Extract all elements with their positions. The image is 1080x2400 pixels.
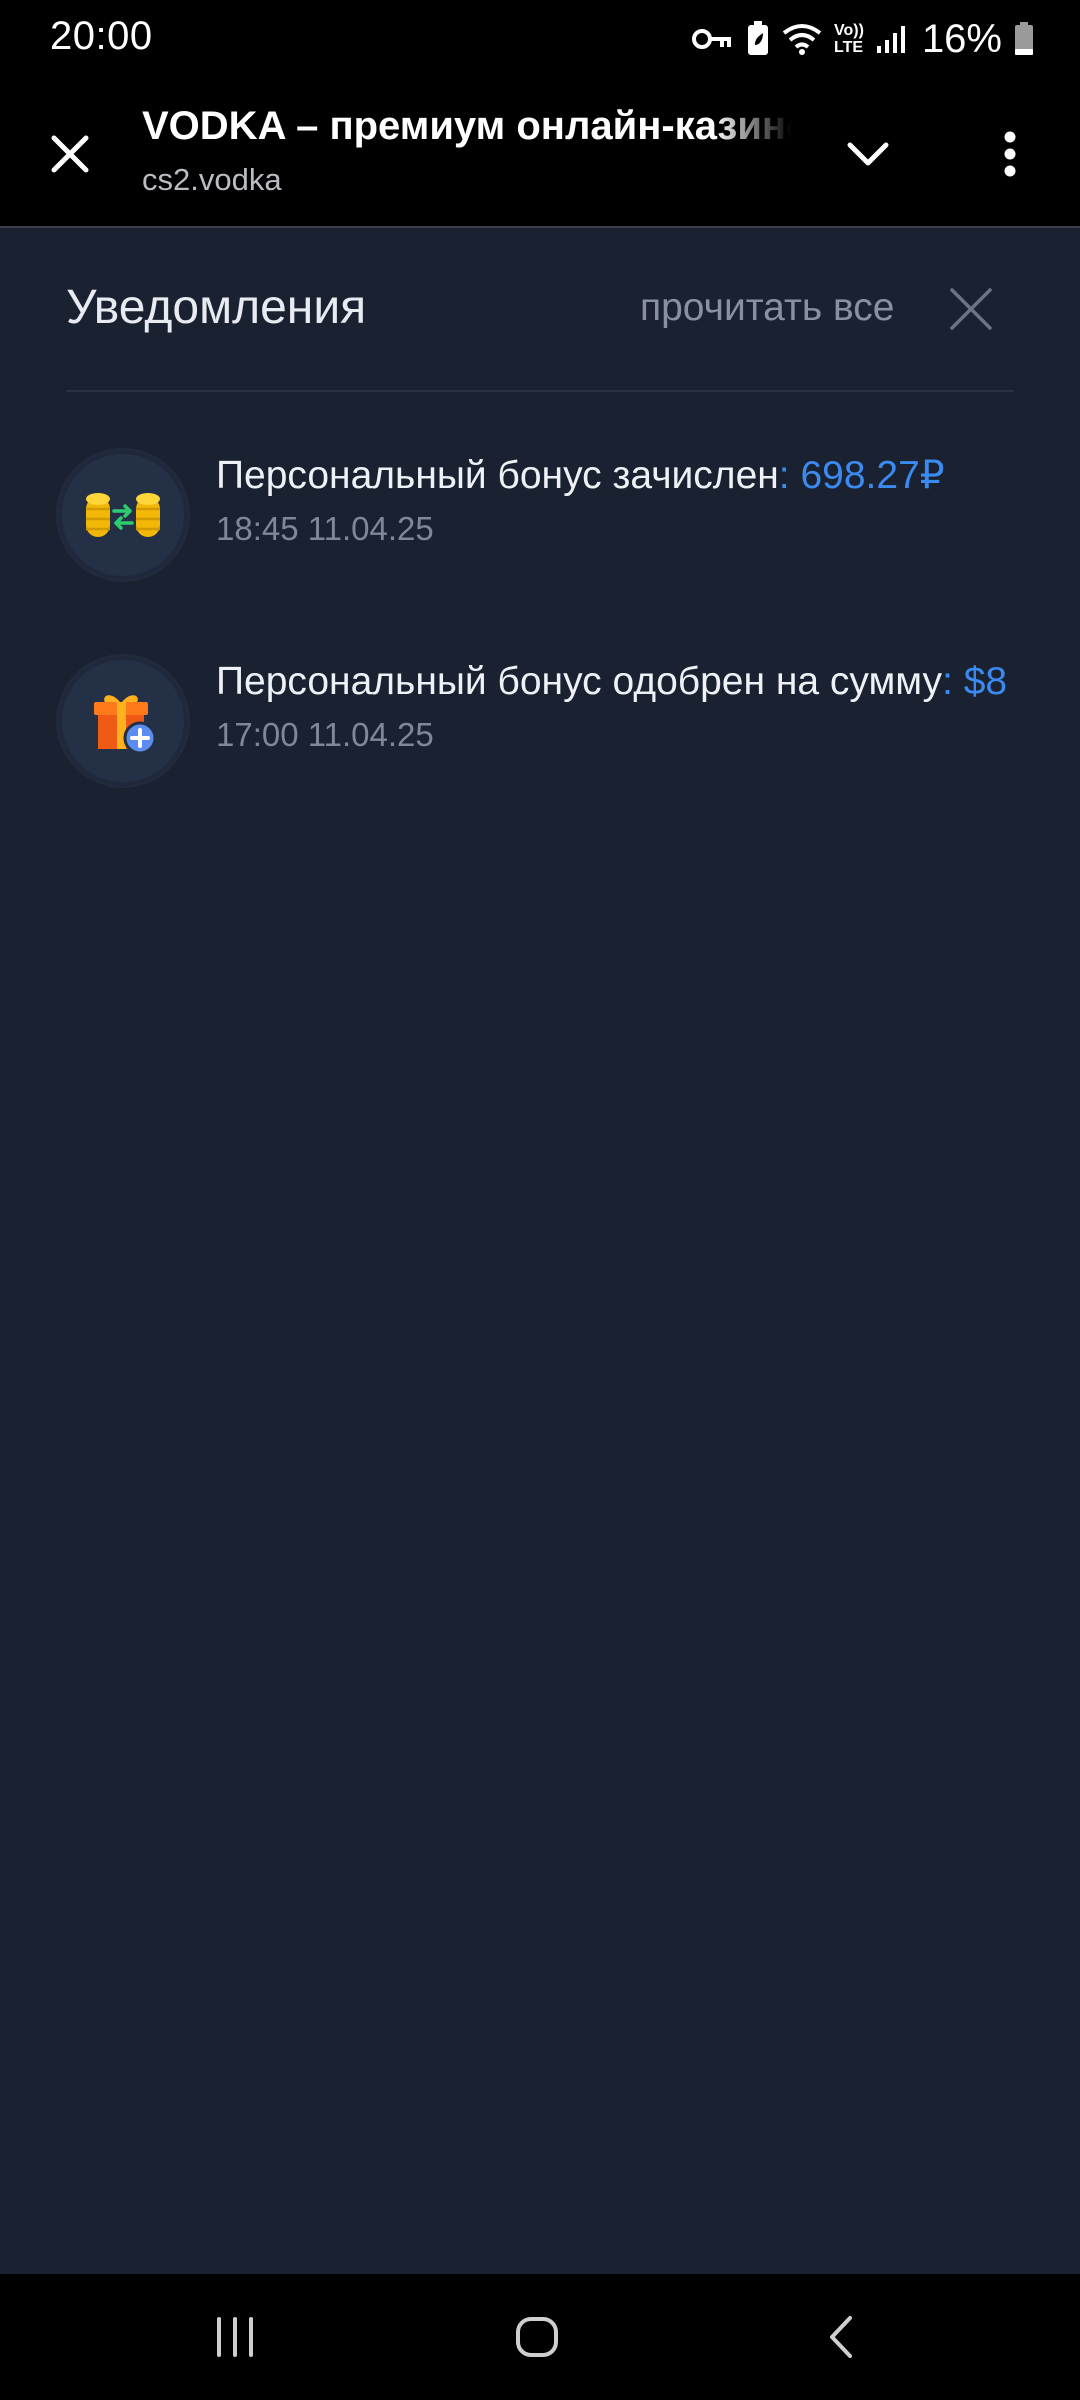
coins-exchange-icon (86, 493, 160, 537)
browser-toolbar: VODKA – премиум онлайн-казино cs2.vodka (0, 78, 1080, 228)
page-title: VODKA – премиум онлайн-казино (142, 104, 792, 148)
gift-plus-icon (94, 695, 157, 755)
recent-apps-button[interactable] (190, 2300, 280, 2374)
notification-text: Персональный бонус зачислен: 698.27₽ (216, 452, 1016, 500)
close-icon (950, 288, 992, 330)
notification-body: Персональный бонус одобрен на сумму: $8 … (216, 658, 1016, 754)
notifications-panel: Уведомления прочитать все Персональный б… (0, 228, 1080, 2274)
battery-icon (1014, 22, 1034, 56)
battery-saver-icon (746, 21, 770, 57)
read-all-button[interactable]: прочитать все (640, 286, 895, 330)
close-icon (51, 135, 89, 173)
close-notifications-button[interactable] (942, 280, 1000, 338)
notifications-title: Уведомления (66, 281, 367, 334)
notification-text: Персональный бонус одобрен на сумму: $8 (216, 658, 1016, 706)
wifi-icon (782, 23, 822, 55)
notification-icon-badge (58, 656, 188, 786)
notification-message: Персональный бонус зачислен (216, 454, 779, 497)
system-nav-bar (0, 2274, 1080, 2400)
notification-time: 18:45 11.04.25 (216, 510, 434, 547)
more-vertical-icon (1004, 131, 1016, 177)
screen: 20:00 Vo)) LTE 16% VODKA – премиум онлай… (0, 0, 1080, 2400)
chevron-down-icon (847, 142, 889, 166)
status-time: 20:00 (50, 14, 153, 58)
volte-bottom-label: LTE (834, 39, 864, 56)
notification-icon-badge (58, 450, 188, 580)
signal-icon (876, 24, 906, 54)
page-url: cs2.vodka (142, 162, 282, 197)
vpn-key-icon (692, 26, 734, 52)
volte-icon: Vo)) LTE (834, 22, 864, 56)
back-button[interactable] (796, 2300, 886, 2374)
divider (66, 390, 1014, 392)
more-options-button[interactable] (980, 124, 1040, 184)
notification-amount: : 698.27₽ (778, 454, 945, 497)
battery-percentage: 16% (921, 16, 1002, 61)
back-icon (830, 2316, 852, 2358)
home-icon (516, 2317, 558, 2357)
recent-apps-icon (217, 2317, 253, 2357)
expand-button[interactable] (838, 124, 898, 184)
notification-amount: : $8 (942, 660, 1008, 703)
home-button[interactable] (492, 2300, 582, 2374)
close-tab-button[interactable] (40, 124, 100, 184)
volte-top-label: Vo)) (834, 22, 864, 39)
notification-message: Персональный бонус одобрен на сумму (216, 660, 943, 703)
notification-body: Персональный бонус зачислен: 698.27₽ 18:… (216, 452, 1016, 548)
notification-time: 17:00 11.04.25 (216, 716, 434, 753)
status-icons: Vo)) LTE 16% (692, 12, 1034, 66)
status-bar: 20:00 Vo)) LTE 16% (0, 0, 1080, 78)
